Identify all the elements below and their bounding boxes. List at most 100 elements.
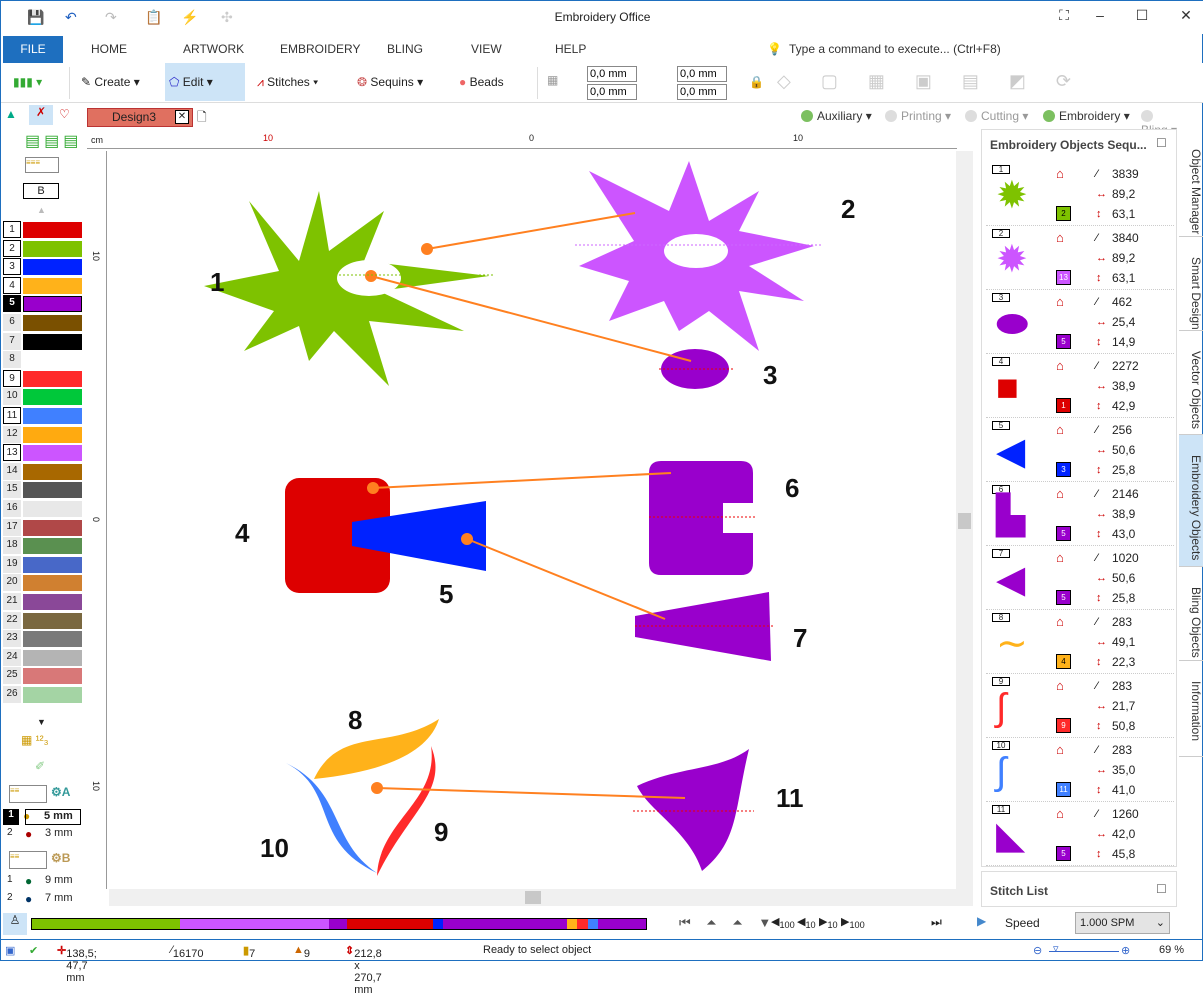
thread-chart-icon[interactable]: ≡≡≡ <box>25 157 59 173</box>
speed-select[interactable]: 1.000 SPM ⌄ <box>1075 912 1170 934</box>
palette-color-7[interactable]: 7 <box>3 332 83 350</box>
object-item-5[interactable]: 5 ◀ ⌂ 3 ⁄ 256 ↔ 50,6 ↕ 25,8 <box>986 418 1174 482</box>
palette-color-10[interactable]: 10 <box>3 388 83 406</box>
palette-selector[interactable]: B <box>23 183 59 199</box>
object-1-starburst[interactable] <box>204 191 489 386</box>
layer-embroidery[interactable]: Embroidery ▾ <box>1043 109 1130 123</box>
palette-color-5[interactable]: 5 <box>3 295 83 313</box>
tab-view[interactable]: VIEW <box>471 42 502 56</box>
palette-color-18[interactable]: 18 <box>3 537 83 555</box>
layer-printing[interactable]: Printing ▾ <box>885 109 951 123</box>
side-tab-bling-objects[interactable]: Bling Objects <box>1179 567 1203 661</box>
palette-color-17[interactable]: 17 <box>3 518 83 536</box>
end-icon[interactable]: ⏭ <box>931 915 942 930</box>
beads-button[interactable]: ● Beads <box>455 63 531 101</box>
zoom-out-icon[interactable]: ⊖ <box>1033 944 1042 957</box>
sequins-button[interactable]: ❂ Sequins ▾ <box>353 63 445 101</box>
minimize-button[interactable]: – <box>1085 7 1115 23</box>
palette-color-20[interactable]: 20 <box>3 574 83 592</box>
object-item-4[interactable]: 4 ■ ⌂ 1 ⁄ 2272 ↔ 38,9 ↕ 42,9 <box>986 354 1174 418</box>
maximize-button[interactable]: ☐ <box>1127 7 1157 24</box>
object-item-7[interactable]: 7 ◀ ⌂ 5 ⁄ 1020 ↔ 50,6 ↕ 25,8 <box>986 546 1174 610</box>
step-back-100[interactable]: ◀100 <box>771 915 795 930</box>
vertical-scrollbar[interactable] <box>956 151 973 889</box>
close-button[interactable]: ✕ <box>1171 7 1201 24</box>
scroll-down-icon[interactable]: ▼ <box>37 717 46 727</box>
horizontal-scrollbar[interactable] <box>109 889 973 906</box>
palette-color-9[interactable]: 9 <box>3 369 83 387</box>
scroll-up-icon[interactable]: ▲ <box>37 205 46 215</box>
palette-color-6[interactable]: 6 <box>3 314 83 331</box>
player-icon[interactable]: ♙ <box>3 913 27 935</box>
object-9-wave[interactable] <box>377 746 436 876</box>
palette-color-3[interactable]: 3 <box>3 258 83 276</box>
bling-tool-icon[interactable]: ♡ <box>59 107 70 121</box>
player-controls[interactable]: ⏮ ⏶ ⏶ ▼ <box>679 915 777 931</box>
side-tab-information[interactable]: Information <box>1179 661 1203 757</box>
step-fwd-100[interactable]: ▶100 <box>841 915 865 930</box>
object-item-8[interactable]: 8 ∼ ⌂ 4 ⁄ 283 ↔ 49,1 ↕ 22,3 <box>986 610 1174 674</box>
object-6-notched-block[interactable] <box>649 461 753 575</box>
palette-color-19[interactable]: 19 <box>3 555 83 573</box>
sequin-chart-a-icon[interactable]: ≡≡ <box>9 785 47 803</box>
zoom-slider-thumb[interactable]: ▿ <box>1053 942 1059 955</box>
fullscreen-icon[interactable]: ⛶ <box>1049 7 1079 24</box>
step-back-10[interactable]: ◀10 <box>797 915 816 930</box>
object-item-2[interactable]: 2 ✹ ⌂ 13 ⁄ 3840 ↔ 89,2 ↕ 63,1 <box>986 226 1174 290</box>
height-input[interactable] <box>677 84 727 100</box>
object-item-10[interactable]: 10 ∫ ⌂ 11 ⁄ 283 ↔ 35,0 ↕ 41,0 <box>986 738 1174 802</box>
palette-color-4[interactable]: 4 <box>3 276 83 294</box>
object-item-3[interactable]: 3 ⬬ ⌂ 5 ⁄ 462 ↔ 25,4 ↕ 14,9 <box>986 290 1174 354</box>
tab-home[interactable]: HOME <box>91 42 127 56</box>
side-tab-smart-design[interactable]: Smart Design <box>1179 237 1203 331</box>
thread-sort-icon[interactable]: ▦ ¹²₃ <box>21 733 49 747</box>
palette-color-2[interactable]: 2 <box>3 239 83 257</box>
palette-books-icon[interactable]: ▮▮▮ ▾ <box>9 63 59 101</box>
object-item-1[interactable]: 1 ✹ ⌂ 2 ⁄ 3839 ↔ 89,2 ↕ 63,1 <box>986 162 1174 226</box>
side-tab-object-manager[interactable]: Object Manager <box>1179 129 1203 237</box>
sequin-a-2[interactable]: 2 ● 3 mm <box>3 827 81 843</box>
command-search[interactable]: Type a command to execute... (Ctrl+F8) <box>789 42 1001 56</box>
tab-file[interactable]: FILE <box>3 36 63 63</box>
palette-color-15[interactable]: 15 <box>3 481 83 499</box>
palette-color-21[interactable]: 21 <box>3 593 83 610</box>
sequin-set-a[interactable]: ⚙A <box>51 785 70 799</box>
scroll-thumb[interactable] <box>525 891 541 904</box>
play-icon[interactable]: ▶ <box>977 914 986 928</box>
layer-auxiliary[interactable]: Auxiliary ▾ <box>801 109 872 123</box>
palette-color-23[interactable]: 23 <box>3 630 83 648</box>
palette-color-22[interactable]: 22 <box>3 611 83 629</box>
tab-artwork[interactable]: ARTWORK <box>183 42 244 56</box>
color-sequence-bar[interactable] <box>31 918 647 930</box>
palette-color-8[interactable]: 8 <box>3 351 83 369</box>
palette-color-11[interactable]: 11 <box>3 407 83 424</box>
tab-embroidery[interactable]: EMBROIDERY <box>280 42 360 56</box>
object-11-leaf[interactable] <box>637 749 749 871</box>
palette-color-1[interactable]: 1 <box>3 221 83 238</box>
layer-cutting[interactable]: Cutting ▾ <box>965 109 1028 123</box>
grid-icon[interactable]: ▦ <box>547 73 558 87</box>
tab-help[interactable]: HELP <box>555 42 586 56</box>
palette-color-14[interactable]: 14 <box>3 462 83 480</box>
new-document-icon[interactable]: 🗋 <box>197 108 207 129</box>
palette-color-12[interactable]: 12 <box>3 425 83 443</box>
eyedropper-icon[interactable]: ✐ <box>35 759 45 773</box>
zoom-slider[interactable] <box>1049 951 1119 952</box>
palette-color-16[interactable]: 16 <box>3 500 83 517</box>
panel-maximize-icon[interactable]: ☐ <box>1156 136 1167 150</box>
palette-color-25[interactable]: 25 <box>3 667 83 685</box>
palette-set-icons[interactable]: ▤▤▤ <box>25 131 82 151</box>
step-fwd-10[interactable]: ▶10 <box>819 915 838 930</box>
embroidery-tool-icon[interactable]: ✗ <box>29 105 53 125</box>
width-input[interactable] <box>677 66 727 82</box>
zoom-in-icon[interactable]: ⊕ <box>1121 944 1130 957</box>
object-item-6[interactable]: 6 ▙ ⌂ 5 ⁄ 2146 ↔ 38,9 ↕ 43,0 <box>986 482 1174 546</box>
stitch-list-maximize-icon[interactable]: ☐ <box>1156 882 1167 896</box>
create-button[interactable]: ✎ Create ▾ <box>77 63 163 101</box>
object-item-11[interactable]: 11 ◣ ⌂ 5 ⁄ 1260 ↔ 42,0 ↕ 45,8 <box>986 802 1174 866</box>
palette-color-13[interactable]: 13 <box>3 444 83 462</box>
shapes-icon[interactable]: ▲ <box>5 107 17 121</box>
side-tab-vector-objects[interactable]: Vector Objects <box>1179 331 1203 435</box>
design-canvas[interactable]: 1 2 3 4 5 6 7 8 9 10 11 <box>109 151 956 889</box>
sequin-a-1[interactable]: 1 ● 5 mm <box>3 809 81 825</box>
